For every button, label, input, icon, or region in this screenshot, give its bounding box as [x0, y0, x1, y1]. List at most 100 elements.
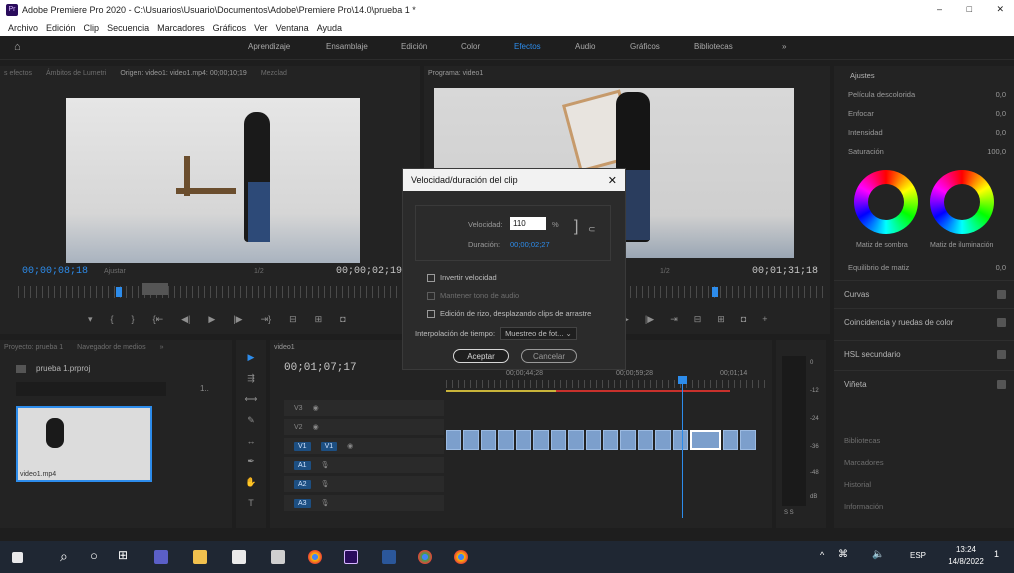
workspace-aprendizaje[interactable]: Aprendizaje: [248, 42, 290, 51]
section-vignette[interactable]: Viñeta: [834, 370, 1014, 398]
camera-icon[interactable]: ◘: [741, 314, 746, 325]
panel-info[interactable]: Información: [834, 502, 1014, 524]
tab-source[interactable]: Origen: video1: video1.mp4: 00;00;10;19: [120, 70, 246, 77]
go-to-in-icon[interactable]: {⇤: [153, 314, 164, 325]
menu-ayuda[interactable]: Ayuda: [317, 23, 342, 33]
workspace-bibliotecas[interactable]: Bibliotecas: [694, 42, 733, 51]
timeline-clip[interactable]: [533, 430, 549, 450]
reverse-speed-checkbox[interactable]: [427, 273, 435, 282]
tab-program[interactable]: Programa: video1: [428, 70, 483, 77]
search-icon[interactable]: ⌕: [60, 548, 68, 565]
visibility-icon[interactable]: ◉: [347, 442, 353, 450]
type-icon[interactable]: T: [248, 498, 254, 508]
section-curves[interactable]: Curvas: [834, 280, 1014, 308]
menu-secuencia[interactable]: Secuencia: [107, 23, 149, 33]
interpolation-select[interactable]: Muestreo de fot... ⌄: [500, 327, 577, 340]
project-clip-thumbnail[interactable]: video1.mp4: [16, 406, 152, 482]
timeline-clip[interactable]: [568, 430, 584, 450]
source-video[interactable]: [66, 98, 360, 263]
chrome-icon[interactable]: [308, 550, 322, 564]
source-ruler[interactable]: [18, 286, 408, 298]
timeline-clip[interactable]: [585, 430, 601, 450]
close-button[interactable]: ✕: [996, 4, 1004, 15]
track-v1-label[interactable]: V1: [320, 441, 338, 451]
chrome-profile-icon[interactable]: [418, 550, 432, 564]
go-to-out-icon[interactable]: ⇥: [670, 314, 678, 325]
track-a1-label[interactable]: A1: [294, 460, 311, 470]
menu-edicion[interactable]: Edición: [46, 23, 76, 33]
workspace-audio[interactable]: Audio: [575, 42, 595, 51]
track-v2-header[interactable]: V2 ◉: [284, 419, 444, 435]
timeline-clip[interactable]: [602, 430, 619, 450]
timeline-playhead[interactable]: [682, 378, 683, 518]
timeline-clip[interactable]: [498, 430, 514, 450]
timeline-clip[interactable]: [723, 430, 739, 450]
mark-in-icon[interactable]: {: [111, 314, 114, 325]
playhead-handle[interactable]: [678, 376, 687, 384]
tab-sequence[interactable]: video1: [274, 344, 295, 351]
step-forward-icon[interactable]: |▶: [233, 314, 242, 325]
network-icon[interactable]: ⌘: [838, 549, 848, 560]
link-icon[interactable]: ⊂: [588, 224, 596, 235]
reverse-speed-option[interactable]: Invertir velocidad: [427, 273, 497, 282]
enable-checkbox[interactable]: [997, 318, 1006, 327]
enable-checkbox[interactable]: [997, 380, 1006, 389]
vibrance-slider[interactable]: Intensidad 0,0: [834, 123, 1014, 142]
teams-icon[interactable]: [154, 550, 168, 564]
volume-icon[interactable]: 🔈: [872, 549, 884, 560]
mark-out-icon[interactable]: }: [132, 314, 135, 325]
tab-project[interactable]: Proyecto: prueba 1: [4, 344, 63, 351]
cancel-button[interactable]: Cancelar: [521, 349, 577, 363]
track-v3-header[interactable]: V3 ◉: [284, 400, 444, 416]
timeline-clip[interactable]: [740, 430, 756, 450]
source-playhead[interactable]: [116, 287, 122, 297]
clock-time[interactable]: 13:24: [944, 545, 988, 554]
file-explorer-icon[interactable]: [193, 550, 207, 564]
tab-mixer[interactable]: Mezclad: [261, 70, 287, 77]
home-icon[interactable]: ⌂: [14, 41, 21, 53]
ripple-edit-icon[interactable]: ⟷: [245, 394, 258, 405]
workspace-color[interactable]: Color: [461, 42, 480, 51]
selected-clip[interactable]: [690, 430, 722, 450]
mic-icon[interactable]: 🎙: [321, 480, 330, 488]
timeline-clip[interactable]: [463, 430, 479, 450]
tray-chevron-icon[interactable]: ^: [820, 550, 824, 560]
timeline-timecode[interactable]: 00;01;07;17: [284, 362, 357, 374]
chrome-profile-icon[interactable]: [454, 550, 468, 564]
program-scale-select[interactable]: 1/2: [660, 268, 670, 275]
mail-icon[interactable]: [271, 550, 285, 564]
selection-tool-icon[interactable]: ▶: [248, 352, 255, 363]
minimize-button[interactable]: –: [937, 4, 942, 14]
faded-film-slider[interactable]: Película descolorida 0,0: [834, 85, 1014, 104]
timeline-clip[interactable]: [655, 430, 671, 450]
track-a2-header[interactable]: A2 🎙: [284, 476, 444, 492]
tab-media-browser[interactable]: Navegador de medios: [77, 344, 146, 351]
workspace-more[interactable]: »: [782, 42, 786, 51]
lift-icon[interactable]: ⊟: [694, 314, 702, 325]
language-indicator[interactable]: ESP: [910, 551, 926, 560]
source-timecode-right[interactable]: 00;00;02;19: [336, 266, 402, 277]
visibility-icon[interactable]: ◉: [313, 404, 319, 412]
ripple-edit-checkbox[interactable]: [427, 309, 435, 318]
timeline-clip[interactable]: [446, 430, 462, 450]
slip-icon[interactable]: ↔: [247, 436, 256, 446]
tint-balance-slider[interactable]: Equilibrio de matiz 0,0: [834, 258, 1014, 277]
tab-effects[interactable]: s efectos: [4, 70, 32, 77]
extract-icon[interactable]: ⊞: [717, 314, 725, 325]
start-icon[interactable]: [12, 552, 23, 563]
visibility-icon[interactable]: ◉: [313, 423, 319, 431]
program-timecode[interactable]: 00;01;31;18: [752, 266, 818, 277]
project-file-name[interactable]: prueba 1.prproj: [36, 364, 90, 373]
timeline-clip[interactable]: [480, 430, 497, 450]
camera-icon[interactable]: ◘: [340, 314, 345, 325]
track-a3-label[interactable]: A3: [294, 498, 311, 508]
source-fit-select[interactable]: Ajustar: [104, 268, 126, 275]
store-icon[interactable]: [232, 550, 246, 564]
source-scale-select[interactable]: 1/2: [254, 268, 264, 275]
menu-graficos[interactable]: Gráficos: [213, 23, 247, 33]
mic-icon[interactable]: 🎙: [321, 499, 330, 507]
section-color-wheels[interactable]: Coincidencia y ruedas de color: [834, 308, 1014, 336]
menu-ventana[interactable]: Ventana: [276, 23, 309, 33]
source-timecode-left[interactable]: 00;00;08;18: [22, 266, 88, 277]
meter-solo-buttons[interactable]: S S: [784, 510, 794, 516]
